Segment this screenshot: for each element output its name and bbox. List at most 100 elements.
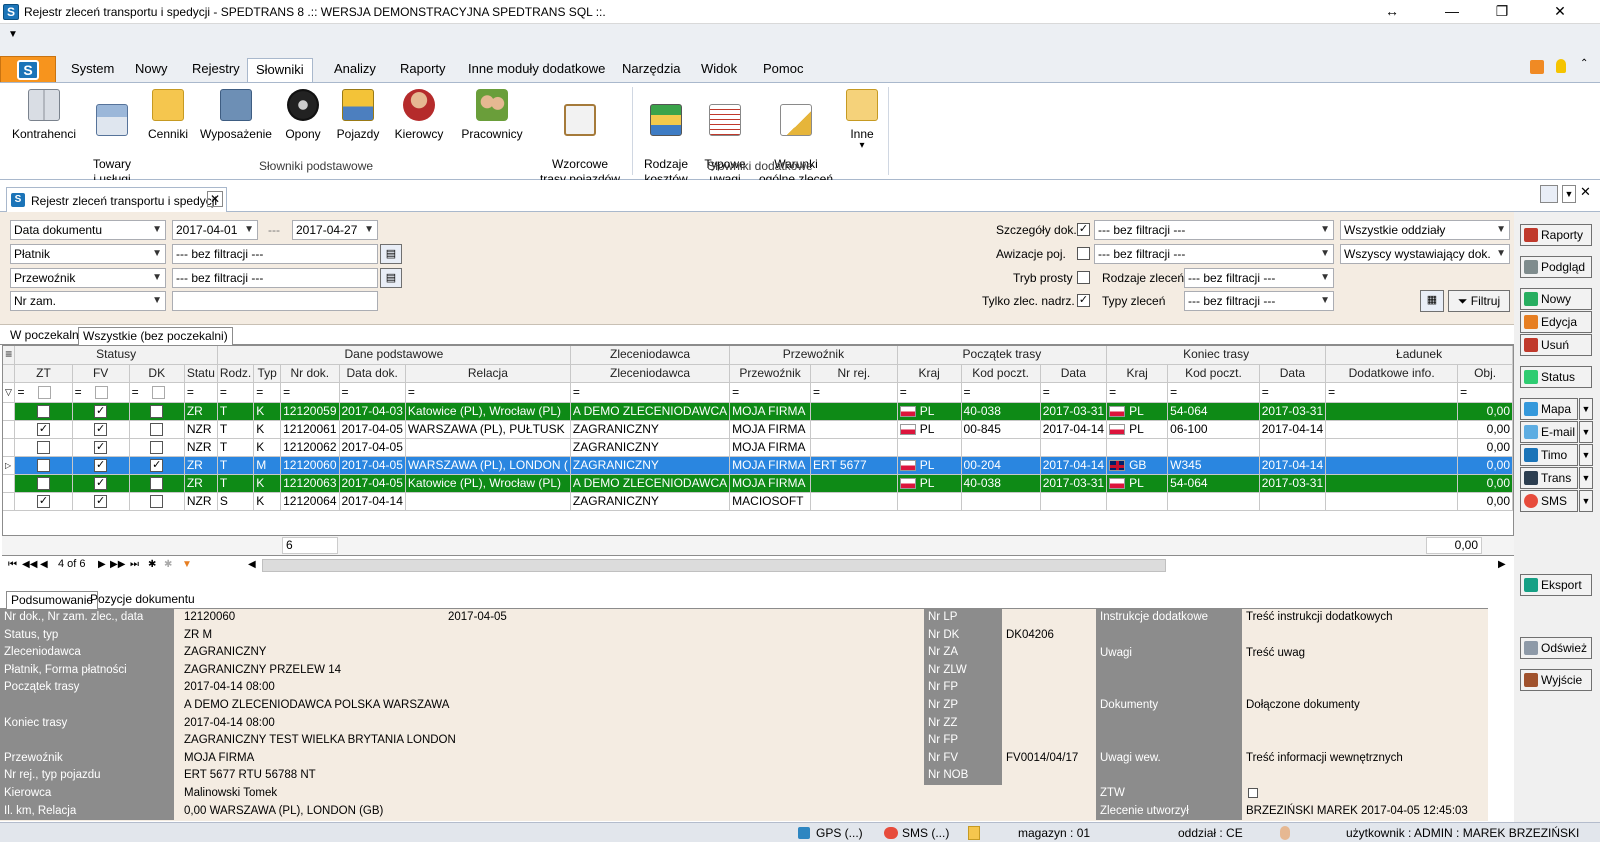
nav-filter-icon[interactable]: ▼ — [182, 559, 192, 570]
order-types-select[interactable]: --- bez filtracji --- ▼ — [1184, 291, 1334, 311]
email-button[interactable]: E-mail ▼ — [1520, 421, 1593, 443]
nav-clear-icon[interactable]: ✱ — [164, 559, 172, 570]
eksport-button[interactable]: Eksport — [1520, 574, 1592, 596]
tab-pozycje[interactable]: Pozycje dokumentu — [86, 591, 199, 610]
edycja-button[interactable]: Edycja — [1520, 311, 1592, 333]
ztw-checkbox[interactable] — [1248, 788, 1258, 798]
chevron-down-icon[interactable]: ▼ — [1562, 185, 1576, 203]
col-info[interactable]: Dodatkowe info. — [1325, 364, 1459, 383]
date-to-input[interactable]: 2017-04-27 ▼ — [292, 220, 378, 240]
tab-narzedzia[interactable]: Narzędzia — [614, 58, 689, 82]
dk-checkbox[interactable] — [129, 402, 185, 421]
col-kraj-end[interactable]: Kraj — [1106, 364, 1169, 383]
nowy-button[interactable]: Nowy — [1520, 288, 1592, 310]
col-nr-dok[interactable]: Nr dok. — [280, 364, 340, 383]
fv-checkbox[interactable]: ✓ — [72, 492, 130, 511]
dk-checkbox[interactable] — [129, 438, 185, 457]
tab-system[interactable]: System — [63, 58, 122, 82]
bulb-icon[interactable] — [1556, 59, 1566, 73]
branches-select[interactable]: Wszystkie oddziały ▼ — [1340, 220, 1510, 240]
nav-first-icon[interactable]: ⏮ — [8, 559, 17, 570]
status-button[interactable]: Status — [1520, 366, 1592, 388]
table-row[interactable]: ✓ ✓ NZR S K 12120064 2017-04-14 ZAGRANICZNY MACI… — [3, 492, 1513, 511]
col-data-end[interactable]: Data — [1259, 364, 1327, 383]
inne-button[interactable]: Inne ▾ — [842, 89, 882, 151]
zt-checkbox[interactable] — [14, 474, 73, 493]
close-button[interactable]: ✕ — [1540, 0, 1580, 24]
odswiez-button[interactable]: Odśwież — [1520, 637, 1592, 659]
tab-nowy[interactable]: Nowy — [127, 58, 176, 82]
document-tab-close-button[interactable]: ✕ — [207, 191, 223, 207]
filter-button[interactable]: ⏷ Filtruj — [1448, 290, 1510, 312]
wyposazenie-button[interactable]: Wyposażenie — [198, 89, 274, 142]
carrier-filter-input[interactable]: --- bez filtracji --- — [172, 268, 378, 288]
advice-checkbox[interactable] — [1077, 247, 1090, 260]
tab-analizy[interactable]: Analizy — [326, 58, 384, 82]
gps-status[interactable]: GPS (...) — [816, 826, 863, 840]
maximize-button[interactable]: ❐ — [1482, 0, 1522, 24]
horizontal-scrollbar-thumb[interactable] — [262, 559, 1166, 572]
pojazdy-button[interactable]: Pojazdy — [332, 89, 384, 142]
payer-lookup-book-icon[interactable]: ▤ — [380, 244, 402, 264]
tab-pomoc[interactable]: Pomoc — [755, 58, 811, 82]
usun-button[interactable]: Usuń — [1520, 334, 1592, 356]
payer-field-select[interactable]: Płatnik ▼ — [10, 244, 166, 264]
dk-checkbox[interactable]: ✓ — [129, 456, 185, 475]
chevron-down-icon[interactable]: ▼ — [1579, 398, 1593, 420]
order-kinds-select[interactable]: --- bez filtracji --- ▼ — [1184, 268, 1334, 288]
details-checkbox[interactable]: ✓ — [1077, 223, 1090, 236]
chevron-down-icon[interactable]: ▼ — [1579, 490, 1593, 512]
nav-next-icon[interactable]: ▶ — [98, 559, 106, 570]
tab-wszystkie[interactable]: Wszystkie (bez poczekalni) — [78, 327, 233, 346]
tab-w-poczekalni[interactable]: W poczekalni — [6, 327, 85, 346]
rss-icon[interactable] — [1530, 60, 1544, 74]
col-data-dok[interactable]: Data dok. — [339, 364, 406, 383]
chevron-down-icon[interactable]: ▼ — [1579, 444, 1593, 466]
fv-checkbox[interactable]: ✓ — [72, 438, 130, 457]
ribbon-collapse-icon[interactable]: ⌃ — [1580, 58, 1588, 69]
order-field-select[interactable]: Nr zam. ▼ — [10, 291, 166, 311]
advice-select[interactable]: --- bez filtracji --- ▼ — [1094, 244, 1334, 264]
mapa-button[interactable]: Mapa ▼ — [1520, 398, 1593, 420]
document-tab[interactable]: S Rejestr zleceń transportu i spedycji ✕ — [6, 187, 227, 213]
col-relacja[interactable]: Relacja — [405, 364, 571, 383]
details-select[interactable]: --- bez filtracji --- ▼ — [1094, 220, 1334, 240]
timo-button[interactable]: Timo ▼ — [1520, 444, 1593, 466]
minimize-button[interactable]: — — [1432, 0, 1472, 24]
dk-checkbox[interactable] — [129, 492, 185, 511]
col-przewoznik[interactable]: Przewoźnik — [729, 364, 812, 383]
col-data-start[interactable]: Data — [1040, 364, 1108, 383]
dk-checkbox[interactable] — [129, 420, 185, 439]
trans-button[interactable]: Trans ▼ — [1520, 467, 1593, 489]
table-row[interactable]: ✓ ✓ NZR T K 12120061 2017-04-05 WARSZAWA (PL), … — [3, 420, 1513, 439]
col-status[interactable]: Statu — [184, 364, 218, 383]
zt-checkbox[interactable] — [14, 402, 73, 421]
podglad-button[interactable]: Podgląd — [1520, 256, 1592, 278]
tab-widok[interactable]: Widok — [693, 58, 745, 82]
tab-slowniki[interactable]: Słowniki — [247, 58, 313, 83]
col-typ[interactable]: Typ — [253, 364, 282, 383]
col-zt[interactable]: ZT — [14, 364, 73, 383]
col-kod-end[interactable]: Kod poczt. — [1167, 364, 1260, 383]
dk-checkbox[interactable] — [129, 474, 185, 493]
application-button[interactable]: S — [0, 56, 56, 82]
payer-filter-input[interactable]: --- bez filtracji --- — [172, 244, 378, 264]
col-obj[interactable]: Obj. — [1457, 364, 1513, 383]
nav-prev-icon[interactable]: ◀ — [40, 559, 48, 570]
carrier-lookup-book-icon[interactable]: ▤ — [380, 268, 402, 288]
kierowcy-button[interactable]: Kierowcy — [388, 89, 450, 142]
col-nr-rej[interactable]: Nr rej. — [810, 364, 898, 383]
zt-checkbox[interactable]: ✓ — [14, 420, 73, 439]
pracownicy-button[interactable]: Pracownicy — [456, 89, 528, 142]
grid-menu-icon[interactable]: ≡ — [3, 346, 16, 365]
col-rodz[interactable]: Rodz. — [217, 364, 255, 383]
nav-add-icon[interactable]: ✱ — [148, 559, 156, 570]
order-filter-input[interactable] — [172, 291, 378, 311]
scroll-right-icon[interactable]: ▶ — [1498, 559, 1506, 570]
tab-podsumowanie[interactable]: Podsumowanie — [6, 591, 99, 610]
table-row[interactable]: ✓ ZR T K 12120063 2017-04-05 Katowice (PL), Wr… — [3, 474, 1513, 493]
chevron-down-icon[interactable]: ▼ — [1579, 421, 1593, 443]
parent-only-checkbox[interactable]: ✓ — [1077, 294, 1090, 307]
col-dk[interactable]: DK — [129, 364, 185, 383]
tab-raporty[interactable]: Raporty — [392, 58, 454, 82]
